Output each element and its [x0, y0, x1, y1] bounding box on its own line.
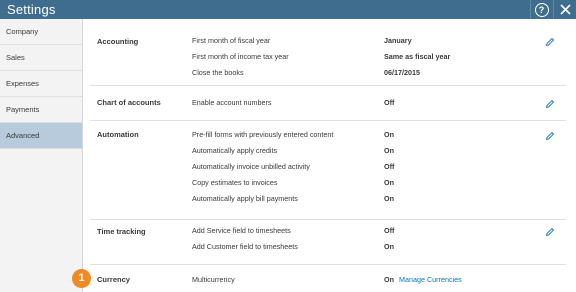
setting-value: Same as fiscal year — [384, 52, 451, 61]
section-accounting: Accounting First month of fiscal year Ja… — [90, 29, 566, 86]
setting-value: On — [384, 194, 394, 203]
callout-number-badge: 1 — [72, 269, 91, 288]
setting-row: Automatically invoice unbilled activity … — [90, 162, 566, 178]
setting-value: Off — [384, 226, 395, 235]
setting-row: First month of fiscal year January — [90, 36, 566, 52]
section-currency: Currency Multicurrency On Manage Currenc… — [90, 265, 566, 292]
setting-label: Add Service field to timesheets — [192, 226, 291, 235]
setting-row: Add Service field to timesheets Off — [90, 226, 566, 242]
setting-row: Add Customer field to timesheets On — [90, 242, 566, 258]
setting-label: Multicurrency — [192, 275, 235, 284]
setting-label: Automatically apply bill payments — [192, 194, 298, 203]
setting-row: Pre-fill forms with previously entered c… — [90, 130, 566, 146]
sidebar-item-payments[interactable]: Payments — [0, 97, 82, 123]
setting-label: Pre-fill forms with previously entered c… — [192, 130, 334, 139]
help-icon: ? — [534, 2, 549, 17]
setting-label: First month of fiscal year — [192, 36, 271, 45]
setting-value: Off — [384, 98, 395, 107]
setting-row: Multicurrency On Manage Currencies — [90, 275, 566, 291]
setting-row: Automatically apply bill payments On — [90, 194, 566, 210]
close-button[interactable] — [554, 0, 576, 19]
edit-pencil-icon[interactable] — [545, 99, 555, 109]
sidebar-item-expenses[interactable]: Expenses — [0, 71, 82, 97]
settings-sidebar: Company Sales Expenses Payments Advanced — [0, 19, 83, 292]
setting-value: On — [384, 178, 394, 187]
setting-row: Close the books 06/17/2015 — [90, 68, 566, 84]
setting-row: Copy estimates to invoices On — [90, 178, 566, 194]
edit-pencil-icon[interactable] — [545, 131, 555, 141]
section-automation: Automation Pre-fill forms with previousl… — [90, 121, 566, 220]
setting-value: On — [384, 275, 394, 284]
setting-label: Copy estimates to invoices — [192, 178, 278, 187]
setting-value: 06/17/2015 — [384, 68, 420, 77]
setting-value: On — [384, 242, 394, 251]
setting-value: On — [384, 146, 394, 155]
section-time-tracking: Time tracking Add Service field to times… — [90, 220, 566, 265]
edit-pencil-icon[interactable] — [545, 37, 555, 47]
sidebar-item-company[interactable]: Company — [0, 19, 82, 45]
setting-label: Automatically apply credits — [192, 146, 278, 155]
title-bar: Settings ? — [0, 0, 576, 19]
setting-label: Automatically invoice unbilled activity — [192, 162, 310, 171]
setting-value: On — [384, 130, 394, 139]
setting-value: Off — [384, 162, 395, 171]
edit-pencil-icon[interactable] — [545, 227, 555, 237]
close-icon — [559, 4, 571, 15]
section-chart-of-accounts: Chart of accounts Enable account numbers… — [90, 86, 566, 121]
window-title: Settings — [7, 2, 56, 17]
manage-currencies-link[interactable]: Manage Currencies — [399, 275, 462, 284]
help-button[interactable]: ? — [531, 0, 552, 19]
setting-value: January — [384, 36, 412, 45]
setting-label: First month of income tax year — [192, 52, 289, 61]
setting-row: Automatically apply credits On — [90, 146, 566, 162]
setting-row: First month of income tax year Same as f… — [90, 52, 566, 68]
sidebar-item-sales[interactable]: Sales — [0, 45, 82, 71]
setting-label: Add Customer field to timesheets — [192, 242, 298, 251]
setting-label: Enable account numbers — [192, 98, 272, 107]
setting-label: Close the books — [192, 68, 244, 77]
setting-row: Enable account numbers Off — [90, 98, 566, 114]
sidebar-item-advanced[interactable]: Advanced — [0, 123, 82, 149]
